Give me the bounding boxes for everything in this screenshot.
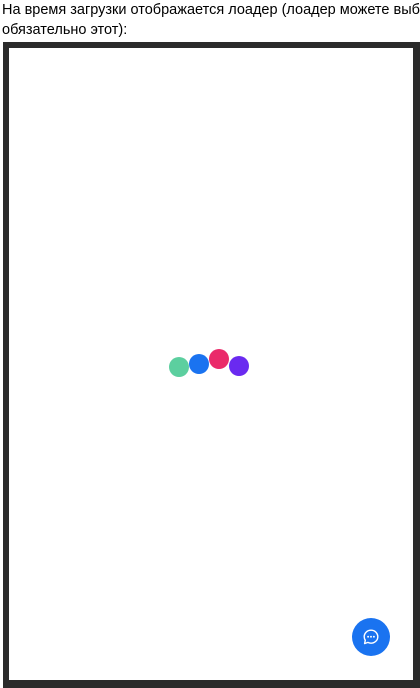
loader-dot-blue bbox=[189, 354, 209, 374]
caption-line-1: На время загрузки отображается лоадер (л… bbox=[2, 2, 420, 18]
loader-dot-pink bbox=[209, 349, 229, 369]
loader-dot-green bbox=[169, 357, 189, 377]
loader-dot-purple bbox=[229, 356, 249, 376]
instruction-caption: На время загрузки отображается лоадер (л… bbox=[2, 0, 420, 40]
chat-bubble-icon bbox=[363, 629, 379, 645]
app-screen bbox=[9, 48, 413, 680]
caption-line-2: обязательно этот): bbox=[2, 22, 128, 38]
phone-frame bbox=[3, 42, 420, 688]
chat-button[interactable] bbox=[352, 618, 390, 656]
loading-indicator bbox=[169, 349, 253, 379]
